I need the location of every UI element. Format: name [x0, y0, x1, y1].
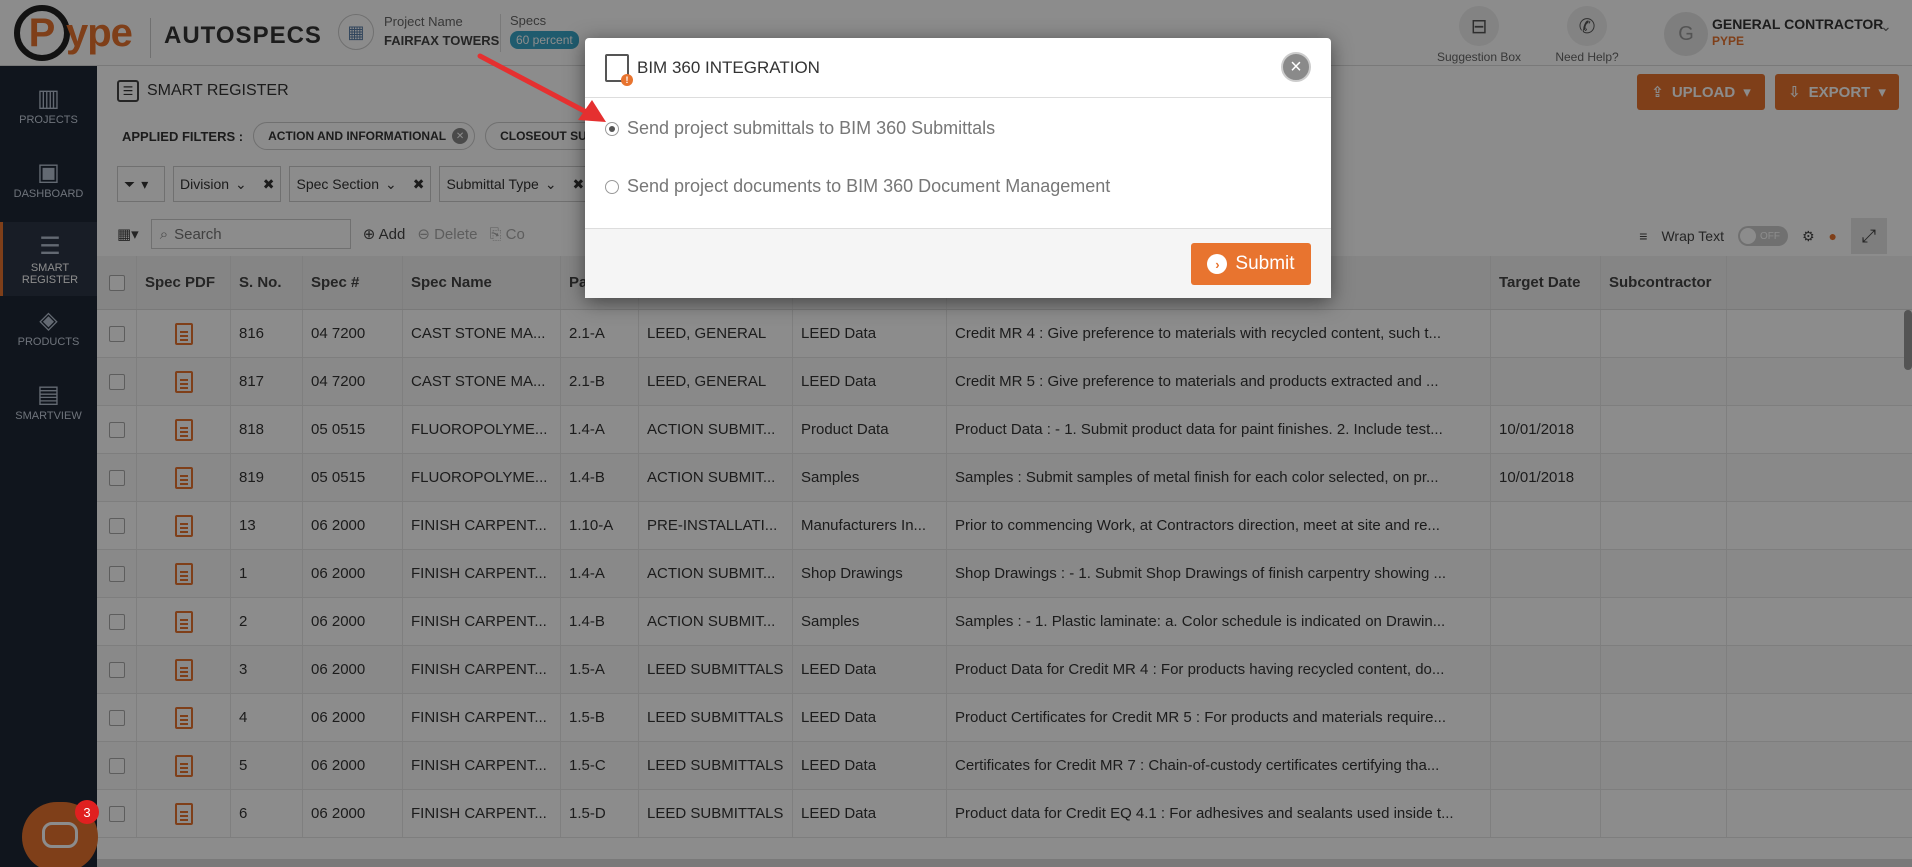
radio-document-management[interactable] [605, 179, 619, 194]
submit-button[interactable]: › Submit [1191, 243, 1311, 285]
chat-badge: 3 [75, 800, 99, 824]
modal-header: BIM 360 INTEGRATION × [585, 38, 1331, 98]
option-document-management-label[interactable]: Send project documents to BIM 360 Docume… [627, 176, 1110, 197]
option-document-management[interactable]: Send project documents to BIM 360 Docume… [605, 176, 1110, 197]
submit-label: Submit [1235, 253, 1295, 274]
modal-title: BIM 360 INTEGRATION [637, 57, 820, 77]
close-button[interactable]: × [1281, 52, 1311, 82]
option-submittals[interactable]: Send project submittals to BIM 360 Submi… [605, 118, 995, 139]
modal-footer: › Submit [585, 228, 1331, 298]
option-submittals-label[interactable]: Send project submittals to BIM 360 Submi… [627, 118, 995, 139]
annotation-arrow-icon [477, 53, 606, 122]
arrow-right-icon: › [1207, 254, 1228, 274]
bim360-integration-modal: BIM 360 INTEGRATION × Send project submi… [585, 38, 1331, 298]
